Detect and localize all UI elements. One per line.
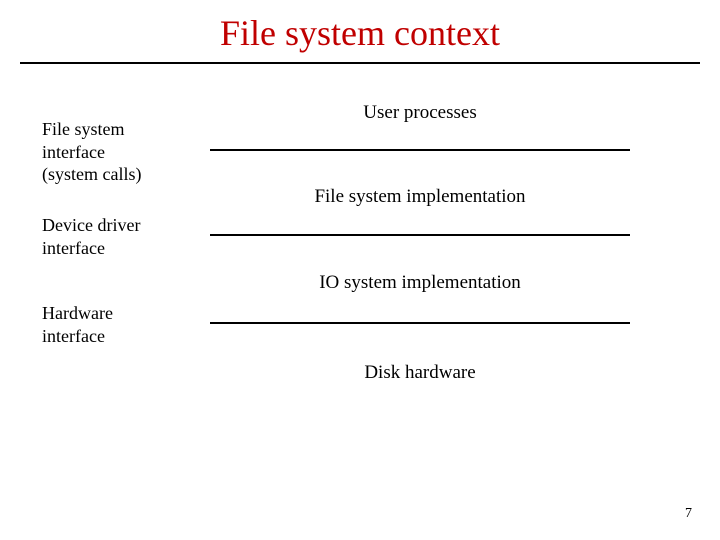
divider-hardware xyxy=(210,322,630,324)
layer-user-processes: User processes xyxy=(210,102,630,124)
layer-io-implementation: IO system implementation xyxy=(210,272,630,294)
title-underline xyxy=(20,62,700,64)
slide-title: File system context xyxy=(0,0,720,62)
page-number: 7 xyxy=(685,506,692,522)
label-hardware: Hardwareinterface xyxy=(42,302,113,347)
divider-fs-interface xyxy=(210,149,630,151)
label-device-driver: Device driverinterface xyxy=(42,214,140,259)
layer-fs-implementation: File system implementation xyxy=(210,186,630,208)
divider-device-driver xyxy=(210,234,630,236)
label-fs-interface: File systeminterface(system calls) xyxy=(42,118,141,186)
layer-disk-hardware: Disk hardware xyxy=(210,362,630,384)
diagram-area: User processes File systeminterface(syst… xyxy=(0,94,720,474)
